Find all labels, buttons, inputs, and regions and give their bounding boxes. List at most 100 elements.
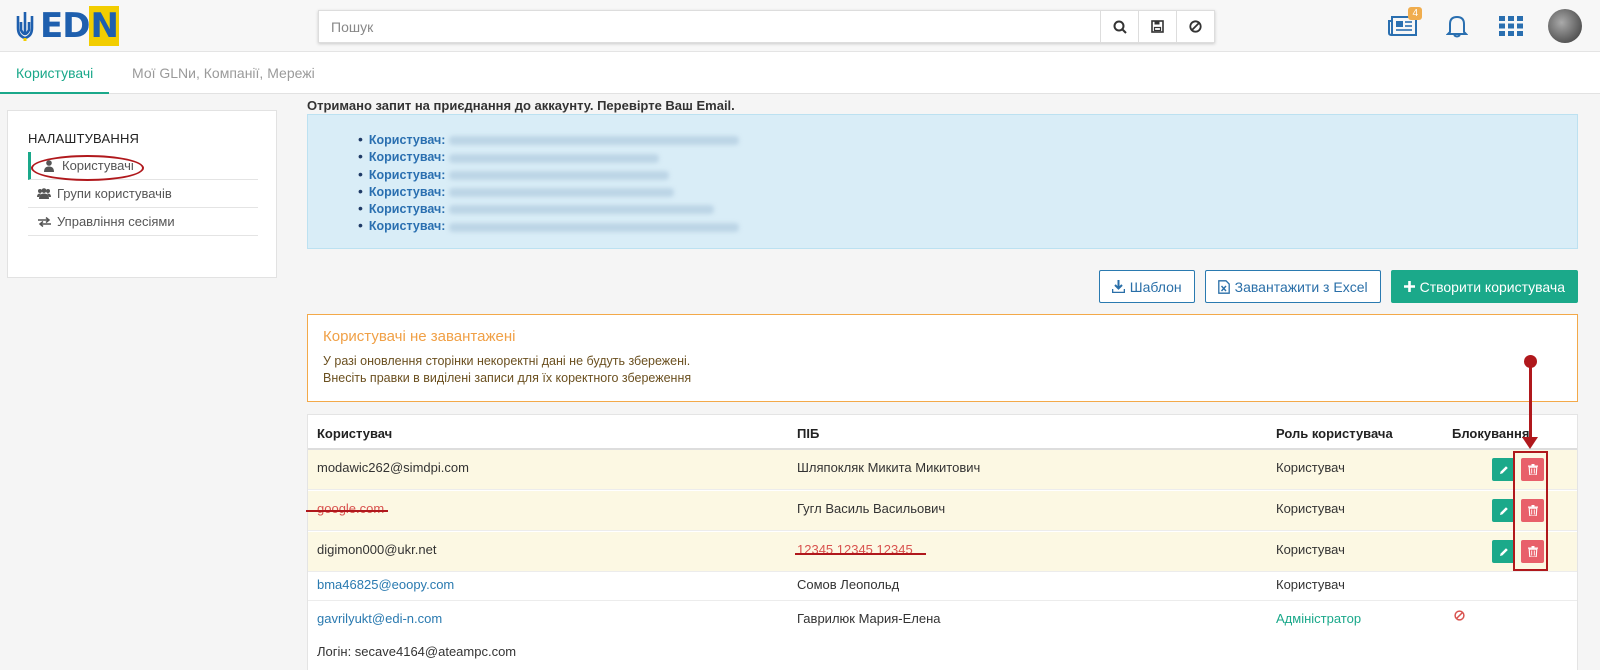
list-item: Користувач:: [358, 148, 739, 165]
toolbar: Шаблон Завантажити з Excel Створити кори…: [1098, 270, 1578, 303]
bell-icon: [1446, 15, 1468, 38]
user-label: Користувач:: [368, 167, 446, 182]
apps-button[interactable]: [1494, 9, 1528, 43]
annotation-arrow-head: [1522, 437, 1538, 449]
save-search-button[interactable]: [1138, 11, 1176, 42]
annotation-arrow-line: [1529, 367, 1532, 439]
ban-icon: [1454, 610, 1465, 621]
table-row: digimon000@ukr.net 12345 12345 12345 Кор…: [308, 532, 1577, 572]
table-row: gavrilyukt@edi-n.com Гаврилюк Мария-Елен…: [308, 602, 1577, 670]
search-button[interactable]: [1100, 11, 1138, 42]
edit-row-button[interactable]: [1492, 458, 1515, 481]
news-button[interactable]: 4: [1386, 7, 1422, 43]
excel-file-icon: [1217, 279, 1230, 294]
user-role: Адміністратор: [1276, 611, 1362, 626]
user-role: Користувач: [1276, 501, 1345, 516]
user-email: digimon000@ukr.net: [317, 542, 437, 557]
table-row: bma46825@eoopy.com Сомов Леопольд Корист…: [308, 573, 1577, 601]
brand-name: EDN: [40, 6, 119, 46]
ban-icon: [1189, 20, 1202, 33]
user-label: Користувач:: [368, 133, 446, 147]
tab-bar: Користувачі Мої GLNи, Компанії, Мережі: [0, 52, 1600, 94]
exchange-icon: [37, 216, 51, 227]
create-user-label: Створити користувача: [1419, 278, 1565, 295]
list-item: Користувач:: [358, 217, 740, 234]
sidebar-title: НАЛАШТУВАННЯ: [28, 131, 140, 146]
sidebar-item-user-groups[interactable]: Групи користувачів: [28, 180, 258, 208]
user-login: Логін: secave4164@ateampc.com: [317, 644, 517, 659]
list-item: Користувач:: [358, 131, 740, 148]
save-icon: [1151, 20, 1164, 33]
table-row: modawic262@simdpi.com Шляпокляк Микита М…: [308, 450, 1577, 490]
notifications-button[interactable]: [1440, 9, 1474, 43]
sidebar-item-sessions[interactable]: Управління сесіями: [28, 208, 258, 236]
join-requests-box: Користувач: Користувач: Користувач: Кори…: [307, 114, 1578, 249]
trident-icon: [16, 12, 34, 41]
column-header-user: Користувач: [317, 426, 393, 441]
top-bar: EDN 4: [0, 0, 1600, 52]
grid-icon: [1499, 16, 1523, 36]
clear-search-button[interactable]: [1176, 11, 1214, 42]
column-header-name: ПІБ: [797, 426, 820, 441]
sidebar-item-label: Управління сесіями: [57, 214, 175, 229]
annotation-circle: [31, 155, 144, 181]
annotation-box: [1513, 451, 1548, 571]
blurred-text: [449, 205, 715, 215]
table-row: google.com Гугл Василь Васильович Корист…: [308, 491, 1577, 531]
user-email: google.com: [317, 501, 385, 516]
user-label: Користувач:: [368, 150, 446, 165]
alert-text: У разі оновлення сторінки некоректні дан…: [323, 354, 691, 368]
user-full-name: Шляпокляк Микита Микитович: [797, 460, 981, 475]
block-user-button[interactable]: [1454, 609, 1465, 624]
user-label: Користувач:: [368, 184, 446, 199]
alert-text: Внесіть правки в виділені записи для їх …: [323, 371, 692, 385]
blurred-text: [449, 170, 670, 180]
user-label: Користувач:: [368, 202, 446, 217]
create-user-button[interactable]: Створити користувача: [1390, 270, 1578, 303]
annotation-underline: [795, 553, 926, 555]
blurred-text: [449, 222, 740, 232]
search-bar: [318, 10, 1215, 43]
user-full-name: Гаврилюк Мария-Елена: [797, 611, 941, 626]
user-full-name: Сомов Леопольд: [797, 577, 900, 592]
blurred-text: [449, 188, 675, 198]
plus-icon: [1403, 281, 1415, 292]
column-header-blocking: Блокування: [1452, 426, 1530, 441]
upload-excel-label: Завантажити з Excel: [1234, 278, 1368, 295]
list-item: Користувач:: [358, 200, 739, 217]
column-header-role: Роль користувача: [1276, 426, 1393, 441]
edit-row-button[interactable]: [1492, 499, 1515, 522]
template-button[interactable]: Шаблон: [1098, 270, 1195, 303]
users-not-loaded-alert: Користувачі не завантажені У разі оновле…: [307, 314, 1578, 402]
edn-logo[interactable]: EDN: [14, 6, 119, 46]
user-role: Користувач: [1276, 542, 1345, 557]
settings-sidebar: НАЛАШТУВАННЯ Користувачі Групи користува…: [7, 110, 277, 278]
list-item: Користувач:: [358, 166, 739, 183]
upload-excel-button[interactable]: Завантажити з Excel: [1204, 270, 1381, 303]
users-table: Користувач ПІБ Роль користувача Блокуван…: [307, 414, 1578, 670]
sidebar-item-label: Групи користувачів: [57, 186, 172, 201]
user-email-link[interactable]: bma46825@eoopy.com: [317, 577, 454, 592]
user-email: modawic262@simdpi.com: [317, 460, 469, 475]
search-input[interactable]: [319, 11, 1100, 42]
search-icon: [1113, 20, 1127, 34]
download-icon: [1111, 280, 1125, 293]
user-full-name: Гугл Василь Васильович: [797, 501, 946, 516]
pencil-icon: [1499, 547, 1508, 556]
edit-row-button[interactable]: [1492, 540, 1515, 563]
join-requests-list: Користувач: Користувач: Користувач: Кори…: [358, 131, 740, 235]
users-icon: [37, 188, 51, 199]
template-label: Шаблон: [1129, 278, 1182, 295]
pencil-icon: [1499, 465, 1508, 474]
user-avatar[interactable]: [1548, 9, 1582, 43]
alert-title: Користувачі не завантажені: [323, 328, 516, 345]
tab-users[interactable]: Користувачі: [0, 52, 110, 94]
top-icons: 4: [1386, 7, 1582, 44]
user-email-link[interactable]: gavrilyukt@edi-n.com: [317, 611, 442, 626]
blurred-text: [449, 136, 740, 146]
tab-glns-companies[interactable]: Мої GLNи, Компанії, Мережі: [132, 52, 315, 94]
annotation-underline: [306, 510, 388, 512]
pencil-icon: [1499, 506, 1508, 515]
table-header: Користувач ПІБ Роль користувача Блокуван…: [308, 415, 1577, 450]
user-role: Користувач: [1276, 460, 1345, 475]
